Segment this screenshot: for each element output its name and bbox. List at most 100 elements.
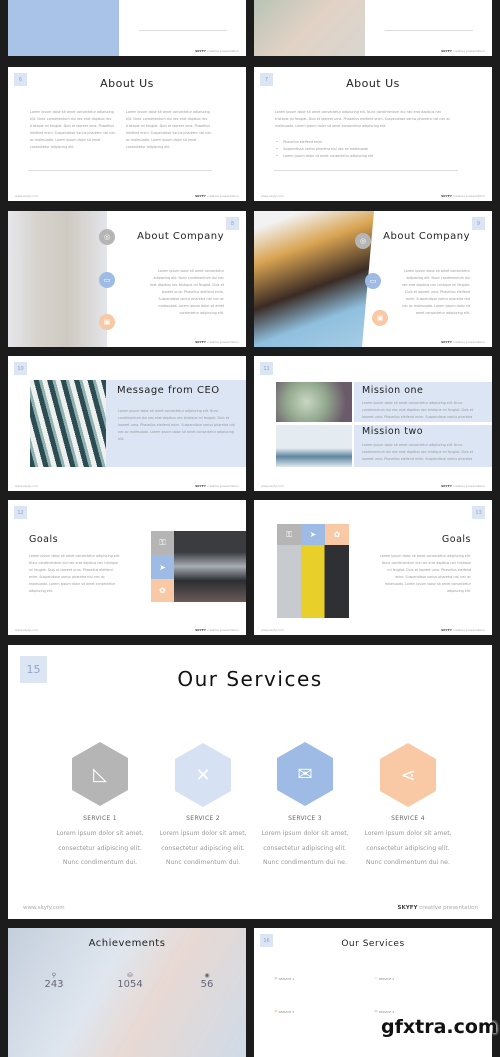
slide-12-goals[interactable]: 12 Goals Lorem ipsum dolor sit amet cons… xyxy=(8,500,246,635)
service-1: SERVICE 1 Lorem ipsum dolor sit amet, con… xyxy=(55,815,145,871)
bullet-item: • Suspendisse varius pharetra nisl nec a… xyxy=(276,147,368,151)
document-icon: ▭ xyxy=(365,273,381,289)
body-text: Lorem ipsum dolor sit amet consectetur a… xyxy=(118,409,236,441)
slide-title: Our Services xyxy=(177,667,323,691)
document-icon: ▭ xyxy=(99,272,115,288)
body-text: Lorem ipsum dolor sit amet consectetur a… xyxy=(380,554,471,593)
slide-title: Message from CEO xyxy=(117,385,220,396)
body-text: Lorem ipsum dolor sit amet consectetur a… xyxy=(275,110,451,128)
slide-15-our-services[interactable]: 15 Our Services ◺ ✕ ✉ ⋖ SERVICE 1 Lorem … xyxy=(8,645,492,919)
body-text-left: Lorem ipsum dolor sit amet consectetur a… xyxy=(30,110,116,149)
photo-architecture xyxy=(277,545,349,618)
photo-laptop xyxy=(174,531,246,602)
slide-7-about-us[interactable]: 7 About Us Lorem ipsum dolor sit amet co… xyxy=(254,67,492,201)
service-label: SERVICE 4 xyxy=(391,815,425,822)
slide-9-about-company[interactable]: ◎ ▭ ▣ 9 About Company Lorem ipsum dolor … xyxy=(254,211,492,347)
slide-title: About Company xyxy=(383,231,470,242)
footer-url: www.skyfy.com xyxy=(15,194,38,198)
database-icon: ⛁ xyxy=(127,972,133,979)
slide-10-message-from-ceo[interactable]: 10 Message from CEO Lorem ipsum dolor si… xyxy=(8,356,246,491)
divider xyxy=(139,30,227,31)
bullet-item: • Lorem ipsum dolor sit amet consectetur… xyxy=(276,154,374,158)
slide-number: 13 xyxy=(472,506,485,519)
slide-4-partial[interactable]: SKYFY creative presentation xyxy=(8,0,246,56)
stat-value: 1054 xyxy=(117,979,143,990)
stat-1: ⚲ 243 xyxy=(34,972,74,990)
blue-panel xyxy=(8,0,119,56)
image-icon: ▣ xyxy=(372,310,388,326)
camera-icon: ◎ xyxy=(99,229,115,245)
watermark: gfxtra.com xyxy=(381,1016,498,1038)
envelope-open-icon: ✉ xyxy=(277,742,333,806)
slide-title: About Us xyxy=(100,77,154,90)
service-item: » SERVICE 2 xyxy=(374,975,395,982)
mission-two-text: Lorem ipsum dolor sit amet consectetur a… xyxy=(362,443,474,461)
footer-brand: SKYFY creative presentation xyxy=(441,484,485,488)
footer-url: www.skyfy.com xyxy=(261,484,284,488)
slide-title: About Company xyxy=(137,231,224,242)
service-description: Lorem ipsum dolor sit amet, consectetur a… xyxy=(364,830,452,866)
mission-one-title: Mission one xyxy=(362,385,424,396)
photo-agave xyxy=(30,380,106,467)
map-pin-icon: ⚲ xyxy=(51,972,57,979)
slide-achievements[interactable]: Achievements ⚲ 243 ⛁ 1054 ◉ 56 xyxy=(8,928,246,1057)
slide-title: Achievements xyxy=(88,938,166,949)
service-description: Lorem ipsum dolor sit amet, consectetur a… xyxy=(261,830,349,866)
footer-url: www.skyfy.com xyxy=(261,194,284,198)
service-4: SERVICE 4 Lorem ipsum dolor sit amet, con… xyxy=(363,815,453,871)
bullet-item: • Phasellus eleifend enim xyxy=(276,140,323,144)
body-text: Lorem ipsum dolor sit amet consectetur a… xyxy=(29,554,120,593)
service-label: SERVICE 2 xyxy=(186,815,220,822)
slide-title: Our Services xyxy=(341,939,405,949)
footer-brand: SKYFY creative presentation xyxy=(195,49,239,53)
footer-url: www.skyfy.com xyxy=(15,484,38,488)
chevron-icon: » xyxy=(274,975,278,982)
chevron-icon: » xyxy=(374,1008,378,1015)
paper-plane-icon: ➤ xyxy=(151,555,174,579)
service-3: SERVICE 3 Lorem ipsum dolor sit amet, con… xyxy=(260,815,350,871)
divider xyxy=(28,170,212,171)
service-description: Lorem ipsum dolor sit amet, consectetur a… xyxy=(159,830,247,866)
photo-woman-cap xyxy=(254,211,374,347)
stat-value: 56 xyxy=(200,979,214,990)
stat-3: ◉ 56 xyxy=(187,972,227,990)
body-text: Lorem ipsum dolor sit amet consectetur a… xyxy=(401,269,470,315)
lock-icon: ⚿ xyxy=(277,524,301,545)
footer-url: www.skyfy.com xyxy=(261,628,284,632)
gear-icon: ✿ xyxy=(325,524,349,545)
gear-icon: ✿ xyxy=(151,579,174,602)
slide-6-about-us[interactable]: 6 About Us Lorem ipsum dolor sit amet co… xyxy=(8,67,246,201)
footer-brand: SKYFY creative presentation xyxy=(195,484,239,488)
footer-brand: SKYFY creative presentation xyxy=(441,340,485,344)
tools-icon: ✕ xyxy=(175,743,231,807)
chevron-icon: » xyxy=(274,1008,278,1015)
footer-brand: SKYFY creative presentation xyxy=(441,194,485,198)
photo-woman-sweater xyxy=(8,211,107,347)
footer-brand: SKYFY creative presentation xyxy=(441,49,485,53)
body-text-right: Lorem ipsum dolor sit amet consectetur a… xyxy=(126,110,212,149)
slide-title: About Us xyxy=(346,77,400,90)
service-item: » SERVICE 4 xyxy=(374,1008,395,1015)
photo-woman xyxy=(254,0,365,56)
stat-value: 243 xyxy=(44,979,64,990)
lock-icon: ⚿ xyxy=(151,531,174,555)
slide-11-missions[interactable]: 11 Mission one Lorem ipsum dolor sit ame… xyxy=(254,356,492,491)
service-2: SERVICE 2 Lorem ipsum dolor sit amet, con… xyxy=(158,815,248,871)
body-text: Lorem ipsum dolor sit amet consectetur a… xyxy=(149,269,224,315)
service-item: » SERVICE 3 xyxy=(274,1008,295,1015)
slide-13-goals[interactable]: 13 ⚿ ➤ ✿ Goals Lorem ipsum dolor sit ame… xyxy=(254,500,492,635)
footer-url: www.skyfy.com xyxy=(23,905,65,911)
divider xyxy=(385,30,473,31)
camera-icon: ◎ xyxy=(355,233,371,249)
footer-brand: SKYFY creative presentation xyxy=(397,905,478,911)
slide-5-partial[interactable]: SKYFY creative presentation xyxy=(254,0,492,56)
footer-brand: SKYFY creative presentation xyxy=(195,340,239,344)
footer-brand: SKYFY creative presentation xyxy=(195,628,239,632)
slide-8-about-company[interactable]: ◎ ▭ ▣ 8 About Company Lorem ipsum dolor … xyxy=(8,211,246,347)
footer-brand: SKYFY creative presentation xyxy=(441,628,485,632)
service-label: SERVICE 1 xyxy=(83,815,117,822)
slide-number: 8 xyxy=(226,217,239,230)
slide-number: 11 xyxy=(260,362,273,375)
slide-title: Goals xyxy=(29,534,59,545)
share-icon: ⋖ xyxy=(380,743,436,807)
